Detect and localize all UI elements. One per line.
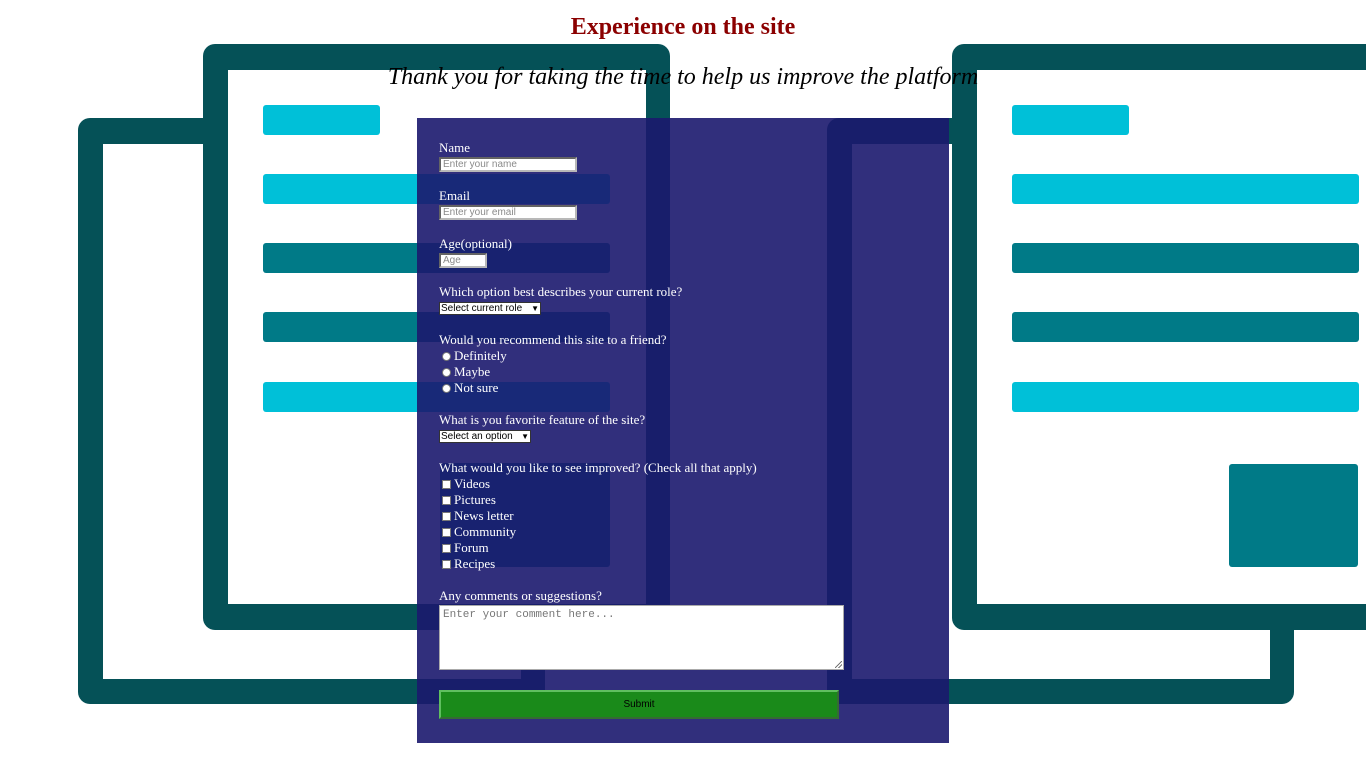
email-label: Email — [439, 188, 471, 203]
improve-option[interactable]: Forum — [442, 540, 489, 556]
improve-option-label: Recipes — [454, 556, 496, 571]
recommend-option[interactable]: Maybe — [442, 364, 490, 380]
radio-button[interactable] — [442, 367, 451, 377]
improve-option[interactable]: News letter — [442, 508, 514, 524]
improve-option-label: Pictures — [454, 492, 496, 507]
improve-option-label: Forum — [454, 540, 489, 555]
age-label: Age(optional) — [439, 236, 512, 251]
radio-button[interactable] — [442, 351, 451, 361]
comments-textarea[interactable]: Enter your comment here... — [439, 605, 844, 670]
recommend-label: Would you recommend this site to a frien… — [439, 332, 667, 347]
comments-placeholder: Enter your comment here... — [443, 609, 615, 621]
recommend-option-label: Definitely — [454, 348, 507, 363]
checkbox[interactable] — [442, 479, 451, 489]
chevron-down-icon: ▼ — [531, 304, 539, 313]
role-select-value: Select current role — [441, 303, 523, 314]
feature-select[interactable]: Select an option ▼ — [439, 430, 531, 443]
checkbox[interactable] — [442, 543, 451, 553]
role-select[interactable]: Select current role ▼ — [439, 302, 541, 315]
improve-label: What would you like to see improved? (Ch… — [439, 460, 757, 475]
recommend-option[interactable]: Not sure — [442, 380, 498, 396]
feature-select-value: Select an option — [441, 431, 513, 442]
checkbox[interactable] — [442, 559, 451, 569]
checkbox[interactable] — [442, 511, 451, 521]
recommend-option[interactable]: Definitely — [442, 348, 507, 364]
feature-label: What is you favorite feature of the site… — [439, 412, 646, 427]
resize-handle-icon[interactable] — [835, 661, 842, 668]
submit-button-label: Submit — [623, 699, 655, 710]
improve-option-label: News letter — [454, 508, 514, 523]
submit-button[interactable]: Submit — [439, 690, 839, 719]
survey-form: Name Email Age(optional) Which option be… — [417, 118, 949, 743]
improve-option-label: Community — [454, 524, 517, 539]
improve-option[interactable]: Videos — [442, 476, 490, 492]
name-input[interactable] — [439, 157, 577, 172]
age-input[interactable] — [439, 253, 487, 268]
recommend-option-label: Maybe — [454, 364, 491, 379]
chevron-down-icon: ▼ — [521, 432, 529, 441]
improve-option[interactable]: Community — [442, 524, 516, 540]
improve-option[interactable]: Pictures — [442, 492, 496, 508]
improve-option-label: Videos — [454, 476, 491, 491]
checkbox[interactable] — [442, 527, 451, 537]
page-subtitle: Thank you for taking the time to help us… — [387, 64, 979, 90]
email-input[interactable] — [439, 205, 577, 220]
checkbox[interactable] — [442, 495, 451, 505]
survey-form-body: Name Email Age(optional) Which option be… — [439, 118, 949, 743]
radio-button[interactable] — [442, 383, 451, 393]
improve-option[interactable]: Recipes — [442, 556, 495, 572]
comments-label: Any comments or suggestions? — [439, 588, 602, 603]
page-title: Experience on the site — [570, 14, 796, 40]
recommend-option-label: Not sure — [454, 380, 499, 395]
role-label: Which option best describes your current… — [439, 284, 683, 299]
name-label: Name — [439, 140, 471, 155]
